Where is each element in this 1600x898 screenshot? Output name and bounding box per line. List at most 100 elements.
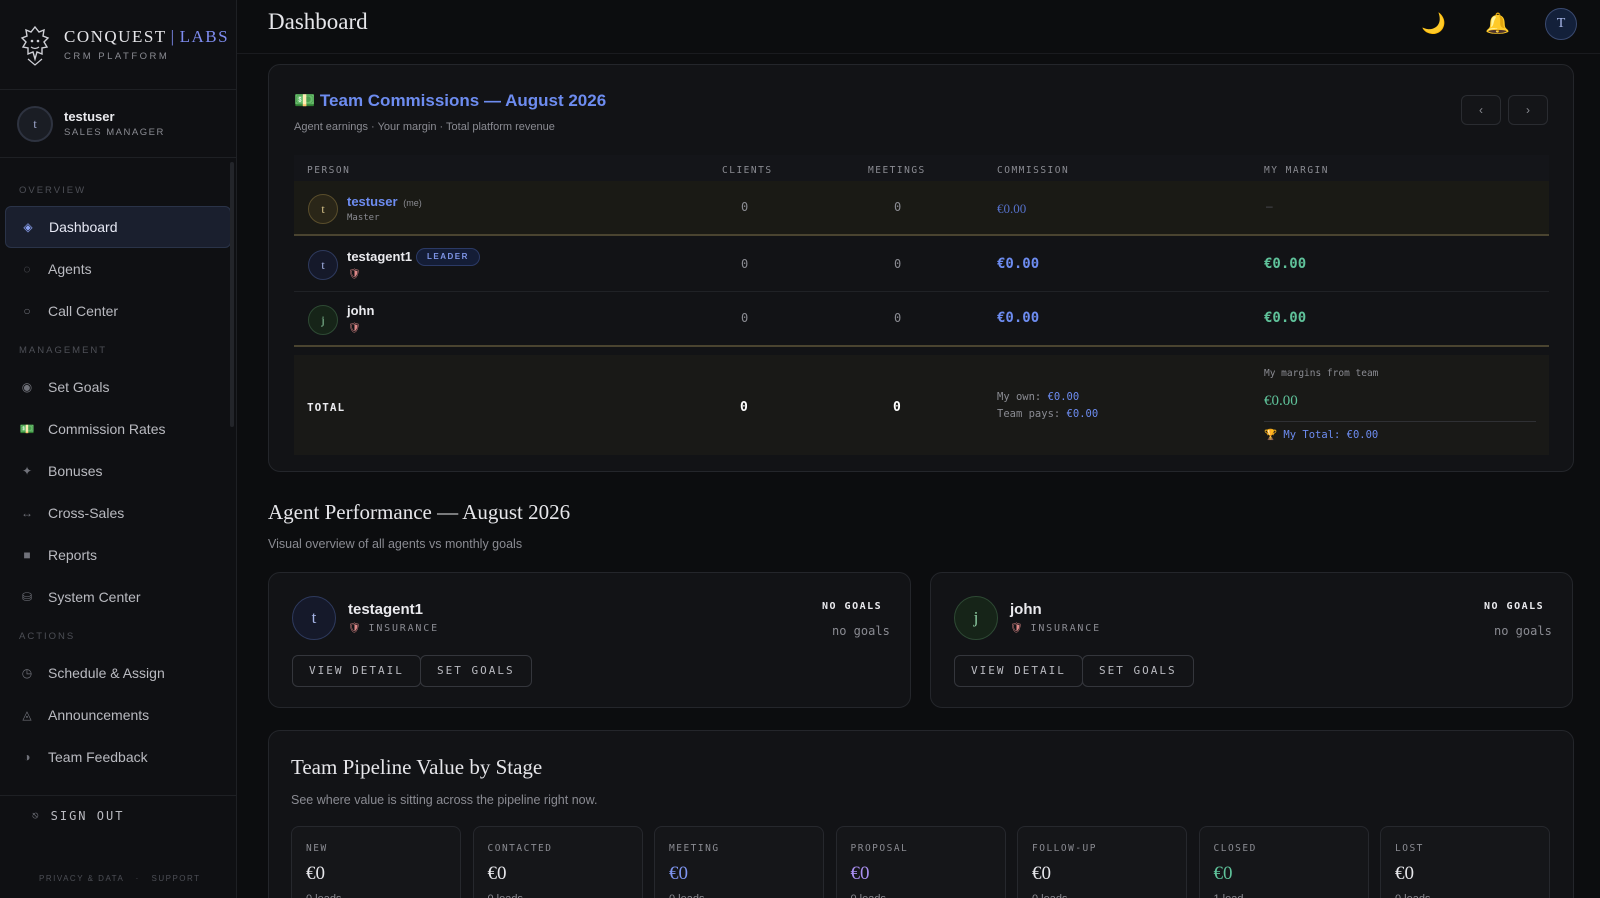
sidebar-item-reports[interactable]: ■ Reports [0,534,236,576]
col-person: PERSON [307,165,351,176]
team-commissions-panel: 💵 Team Commissions — August 2026 Agent e… [268,64,1574,472]
meetings-value: 0 [894,257,902,271]
sidebar-item-label: Set Goals [48,379,110,395]
set-goals-button[interactable]: SET GOALS [420,655,532,687]
sidebar-item-label: Call Center [48,303,119,319]
money-icon: 💵 [294,91,316,110]
pipeline-title: Team Pipeline Value by Stage [291,755,543,779]
privacy-link[interactable]: PRIVACY & DATA [39,874,124,883]
stage-name: CLOSED [1213,843,1257,854]
sidebar-scrollbar[interactable] [230,162,234,427]
database-icon: ⛁ [21,590,33,604]
table-row[interactable]: t testagent1 LEADER 🛡 0 0 €0.00 €0.00 [294,237,1549,292]
sidebar-item-commission-rates[interactable]: 💵 Commission Rates [0,408,236,450]
sidebar-item-dashboard[interactable]: ◈ Dashboard [5,206,231,248]
me-tag: (me) [403,198,422,208]
pipeline-stage-card[interactable]: CLOSED €0 1 lead [1198,826,1369,898]
view-detail-button[interactable]: VIEW DETAIL [954,655,1083,687]
sign-out-button[interactable]: ⎋ SIGN OUT [0,795,236,835]
half-circle-icon: ◑ [23,750,31,764]
money-icon: 💵 [19,422,35,436]
chevron-right-icon: › [1526,103,1530,117]
col-meetings: MEETINGS [868,165,926,176]
agent-avatar: j [954,596,998,640]
circle-icon: ◌ [23,262,31,276]
sidebar-item-announcements[interactable]: ◬ Announcements [0,694,236,736]
prev-month-button[interactable]: ‹ [1461,95,1501,125]
margins-from-team-value: €0.00 [1264,393,1298,409]
person-name[interactable]: testuser (me) [347,194,422,209]
sidebar-item-bonuses[interactable]: ✦ Bonuses [0,450,236,492]
col-commission: COMMISSION [997,165,1070,176]
goal-status: NO GOALS [822,601,883,612]
divider [1264,421,1536,422]
arrows-icon: ↔ [21,506,33,520]
pipeline-subtitle: See where value is sitting across the pi… [291,793,598,807]
support-link[interactable]: SUPPORT [152,874,201,883]
total-row: TOTAL 0 0 My own: €0.00 Team pays: €0.00… [294,355,1549,455]
col-my-margin: MY MARGIN [1264,165,1329,176]
phone-icon: ○ [23,304,31,318]
target-icon: ◉ [21,380,33,394]
sidebar-item-cross-sales[interactable]: ↔ Cross-Sales [0,492,236,534]
total-own: My own: €0.00 [997,391,1079,403]
total-label: TOTAL [307,401,346,414]
brand[interactable]: CONQUEST | LABS CRM PLATFORM [0,0,236,90]
user-avatar: t [17,105,53,142]
person-name[interactable]: testagent1 [347,249,412,264]
sidebar-item-agents[interactable]: ◌ Agents [0,248,236,290]
bell-icon[interactable]: 🔔 [1485,11,1510,36]
sidebar-item-label: Dashboard [49,219,118,235]
sidebar-item-schedule-assign[interactable]: ◷ Schedule & Assign [0,652,236,694]
margin-value: €0.00 [1264,310,1307,326]
account-avatar[interactable]: T [1545,8,1577,40]
stage-leads: 0 leads [669,893,704,898]
brand-name: CONQUEST | LABS [64,27,229,47]
sidebar-item-team-feedback[interactable]: ◑ Team Feedback [0,736,236,778]
set-goals-button[interactable]: SET GOALS [1082,655,1194,687]
next-month-button[interactable]: › [1508,95,1548,125]
stage-value: €0 [850,863,870,884]
agent-type-label: INSURANCE [1030,623,1101,634]
pipeline-stage-card[interactable]: FOLLOW-UP €0 0 leads [1017,826,1187,898]
table-header: PERSON CLIENTS MEETINGS COMMISSION MY MA… [294,155,1549,181]
commissions-title: 💵 Team Commissions — August 2026 [294,91,606,111]
pipeline-stage-card[interactable]: NEW €0 0 leads [291,826,461,898]
total-clients: 0 [740,400,748,415]
diamond-icon: ◈ [23,220,33,234]
pipeline-stage-card[interactable]: PROPOSAL €0 0 leads [835,826,1006,898]
brand-subtitle: CRM PLATFORM [64,51,170,62]
commissions-title-text: Team Commissions — August 2026 [319,91,607,110]
shield-icon: 🛡 [348,623,363,634]
table-row[interactable]: t testuser (me) Master 0 0 €0.00 – [294,181,1549,236]
person-name[interactable]: john [347,303,374,318]
stage-name: PROPOSAL [850,843,909,854]
stage-name: MEETING [669,843,720,854]
agent-type: 🛡 INSURANCE [1010,623,1101,634]
sidebar-item-system-center[interactable]: ⛁ System Center [0,576,236,618]
stage-value: €0 [306,863,325,884]
top-bar: Dashboard 🌙 🔔 T [237,0,1600,54]
margins-from-team-label: My margins from team [1264,368,1379,379]
table-row[interactable]: j john 🛡 0 0 €0.00 €0.00 [294,292,1549,347]
pipeline-stage-card[interactable]: CONTACTED €0 0 leads [472,826,643,898]
user-profile[interactable]: t testuser SALES MANAGER [0,90,236,158]
view-detail-button[interactable]: VIEW DETAIL [292,655,421,687]
nav-section-overview: OVERVIEW [19,185,87,196]
agent-performance-subtitle: Visual overview of all agents vs monthly… [268,537,523,551]
sidebar-item-label: Agents [48,261,92,277]
shield-icon: 🛡 [348,323,361,334]
sidebar-item-call-center[interactable]: ○ Call Center [0,290,236,332]
pipeline-stage-card[interactable]: LOST €0 0 leads [1380,826,1550,898]
shield-icon: 🛡 [1010,623,1025,634]
commission-value: €0.00 [997,201,1027,216]
leader-badge: LEADER [416,248,480,266]
team-label: Team pays: [997,408,1061,420]
sidebar-item-label: Reports [48,547,98,563]
moon-icon[interactable]: 🌙 [1421,11,1446,36]
sparkle-icon: ✦ [21,464,33,478]
agent-type: 🛡 INSURANCE [348,623,439,634]
sidebar-item-set-goals[interactable]: ◉ Set Goals [0,366,236,408]
team-value: €0.00 [1066,408,1099,420]
pipeline-stage-card[interactable]: MEETING €0 0 leads [654,826,824,898]
